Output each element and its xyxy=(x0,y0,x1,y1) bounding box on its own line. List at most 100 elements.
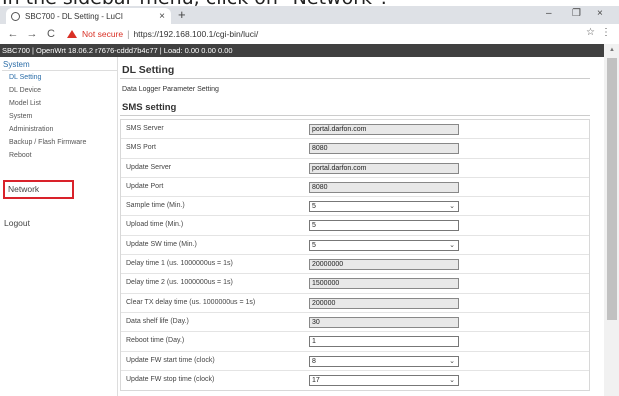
setting-value: 1 xyxy=(312,338,316,346)
setting-label: Delay time 1 (us. 1000000us = 1s) xyxy=(126,260,233,268)
setting-input[interactable]: 8080 xyxy=(309,181,459,193)
page-title: DL Setting xyxy=(122,64,175,76)
forward-button[interactable]: → xyxy=(26,28,38,40)
setting-value: portal.darfon.com xyxy=(312,126,367,133)
setting-label: Clear TX delay time (us. 1000000us = 1s) xyxy=(126,298,256,306)
page-scrollbar[interactable]: ▲ xyxy=(604,44,619,396)
sidebar-item-system-main[interactable]: System xyxy=(2,60,117,71)
sidebar-menu: System DL Setting DL Device Model List S… xyxy=(0,57,118,396)
table-row: Upload time (Min.) 5 xyxy=(121,216,589,236)
minimize-button[interactable]: – xyxy=(546,8,552,19)
back-button[interactable]: ← xyxy=(7,28,19,40)
new-tab-button[interactable]: + xyxy=(178,8,186,22)
not-secure-label: Not secure xyxy=(82,29,124,39)
url-field[interactable]: https://192.168.100.1/cgi-bin/luci/ xyxy=(133,29,258,39)
setting-value: 17 xyxy=(312,376,320,384)
sidebar-item-dl-setting[interactable]: DL Setting xyxy=(9,74,41,81)
globe-icon xyxy=(11,11,20,21)
title-divider xyxy=(120,78,590,79)
setting-label: Delay time 2 (us. 1000000us = 1s) xyxy=(126,279,233,287)
chevron-down-icon: ⌄ xyxy=(449,357,455,365)
table-row: Update FW start time (clock) 8 ⌄ xyxy=(121,352,589,371)
table-row: Update FW stop time (clock) 17 ⌄ xyxy=(121,371,589,390)
chevron-down-icon: ⌄ xyxy=(449,203,455,211)
tab-close-icon[interactable]: × xyxy=(159,11,165,22)
setting-input[interactable]: 5 xyxy=(309,220,459,232)
setting-value: 8 xyxy=(312,357,316,365)
setting-label: Upload time (Min.) xyxy=(126,221,184,229)
scroll-up-icon[interactable]: ▲ xyxy=(609,47,615,53)
setting-label: Update Port xyxy=(126,182,164,190)
tab-strip: SBC700 - DL Setting - LuCI × + – ❐ × xyxy=(0,6,619,24)
setting-label: Update FW start time (clock) xyxy=(126,356,215,364)
setting-select[interactable]: 5 ⌄ xyxy=(309,201,459,213)
table-row: Reboot time (Day.) 1 xyxy=(121,332,589,352)
setting-value: portal.darfon.com xyxy=(312,164,367,172)
setting-input[interactable]: 30 xyxy=(309,316,459,328)
browser-menu-icon[interactable]: ⋮ xyxy=(601,27,611,38)
luci-header: SBC700 | OpenWrt 18.06.2 r7676-cddd7b4c7… xyxy=(0,44,604,57)
maximize-button[interactable]: ❐ xyxy=(572,8,581,19)
sidebar-item-system[interactable]: System xyxy=(9,113,32,120)
setting-input[interactable]: 20000000 xyxy=(309,259,459,271)
settings-table: SMS Server portal.darfon.com SMS Port 8080 U… xyxy=(120,119,590,392)
setting-input[interactable]: portal.darfon.com xyxy=(309,162,459,174)
sidebar-item-backup-flash[interactable]: Backup / Flash Firmware xyxy=(9,139,86,146)
setting-value: 5 xyxy=(312,203,316,211)
table-row: Clear TX delay time (us. 1000000us = 1s)… xyxy=(121,294,589,313)
sidebar-item-network[interactable]: Network xyxy=(3,180,74,199)
reload-button[interactable]: C xyxy=(45,28,57,40)
table-row: Update Port 8080 xyxy=(121,178,589,198)
scroll-thumb[interactable] xyxy=(607,58,617,320)
address-bar-row: ← → C Not secure | https://192.168.100.1… xyxy=(0,24,619,44)
setting-input[interactable]: 1500000 xyxy=(309,278,459,290)
sidebar-item-logout[interactable]: Logout xyxy=(4,218,30,228)
table-row: Update SW time (Min.) 5 ⌄ xyxy=(121,236,589,256)
sidebar-item-reboot[interactable]: Reboot xyxy=(9,152,32,159)
section-title: SMS setting xyxy=(122,102,177,113)
setting-label: SMS Port xyxy=(126,144,156,152)
url-separator: | xyxy=(127,29,130,39)
setting-label: SMS Server xyxy=(126,125,164,132)
tab-title: SBC700 - DL Setting - LuCI xyxy=(25,11,123,21)
setting-value: 8080 xyxy=(312,145,328,153)
browser-tab[interactable]: SBC700 - DL Setting - LuCI × xyxy=(6,8,171,24)
table-row: Delay time 1 (us. 1000000us = 1s) 2000000… xyxy=(121,255,589,275)
section-divider xyxy=(120,115,590,116)
web-page: SBC700 | OpenWrt 18.06.2 r7676-cddd7b4c7… xyxy=(0,44,619,396)
chevron-down-icon: ⌄ xyxy=(449,241,455,249)
main-content: DL Setting Data Logger Parameter Setting… xyxy=(118,57,604,396)
warning-icon xyxy=(67,30,77,38)
sidebar-item-administration[interactable]: Administration xyxy=(9,126,53,133)
setting-select[interactable]: 8 ⌄ xyxy=(309,355,459,367)
page-description: Data Logger Parameter Setting xyxy=(122,86,219,93)
table-row: Data shelf life (Day.) 30 xyxy=(121,313,589,333)
security-indicator[interactable]: Not secure xyxy=(67,29,123,39)
table-row: Delay time 2 (us. 1000000us = 1s) 1500000 xyxy=(121,274,589,294)
table-row: Update Server portal.darfon.com xyxy=(121,159,589,178)
close-window-button[interactable]: × xyxy=(597,8,603,19)
sidebar-item-dl-device[interactable]: DL Device xyxy=(9,87,41,94)
setting-label: Data shelf life (Day.) xyxy=(126,317,189,325)
sidebar-item-model-list[interactable]: Model List xyxy=(9,100,41,107)
setting-label: Reboot time (Day.) xyxy=(126,337,185,345)
setting-value: 8080 xyxy=(312,183,328,191)
setting-value: 5 xyxy=(312,222,316,230)
setting-input[interactable]: portal.darfon.com xyxy=(309,124,459,135)
table-row: Sample time (Min.) 5 ⌄ xyxy=(121,197,589,217)
setting-value: 1500000 xyxy=(312,280,340,288)
setting-label: Update FW stop time (clock) xyxy=(126,375,215,383)
bookmark-star-icon[interactable]: ☆ xyxy=(586,27,595,38)
setting-label: Sample time (Min.) xyxy=(126,202,185,210)
setting-select[interactable]: 17 ⌄ xyxy=(309,374,459,386)
table-row: SMS Server portal.darfon.com xyxy=(121,120,589,140)
setting-value: 5 xyxy=(312,241,316,249)
setting-input[interactable]: 1 xyxy=(309,336,459,348)
setting-select[interactable]: 5 ⌄ xyxy=(309,239,459,251)
chevron-down-icon: ⌄ xyxy=(449,376,455,384)
setting-input[interactable]: 8080 xyxy=(309,143,459,155)
setting-value: 200000 xyxy=(312,299,336,307)
browser-window: SBC700 - DL Setting - LuCI × + – ❐ × ← →… xyxy=(0,6,619,396)
setting-value: 30 xyxy=(312,318,320,326)
setting-input[interactable]: 200000 xyxy=(309,297,459,309)
